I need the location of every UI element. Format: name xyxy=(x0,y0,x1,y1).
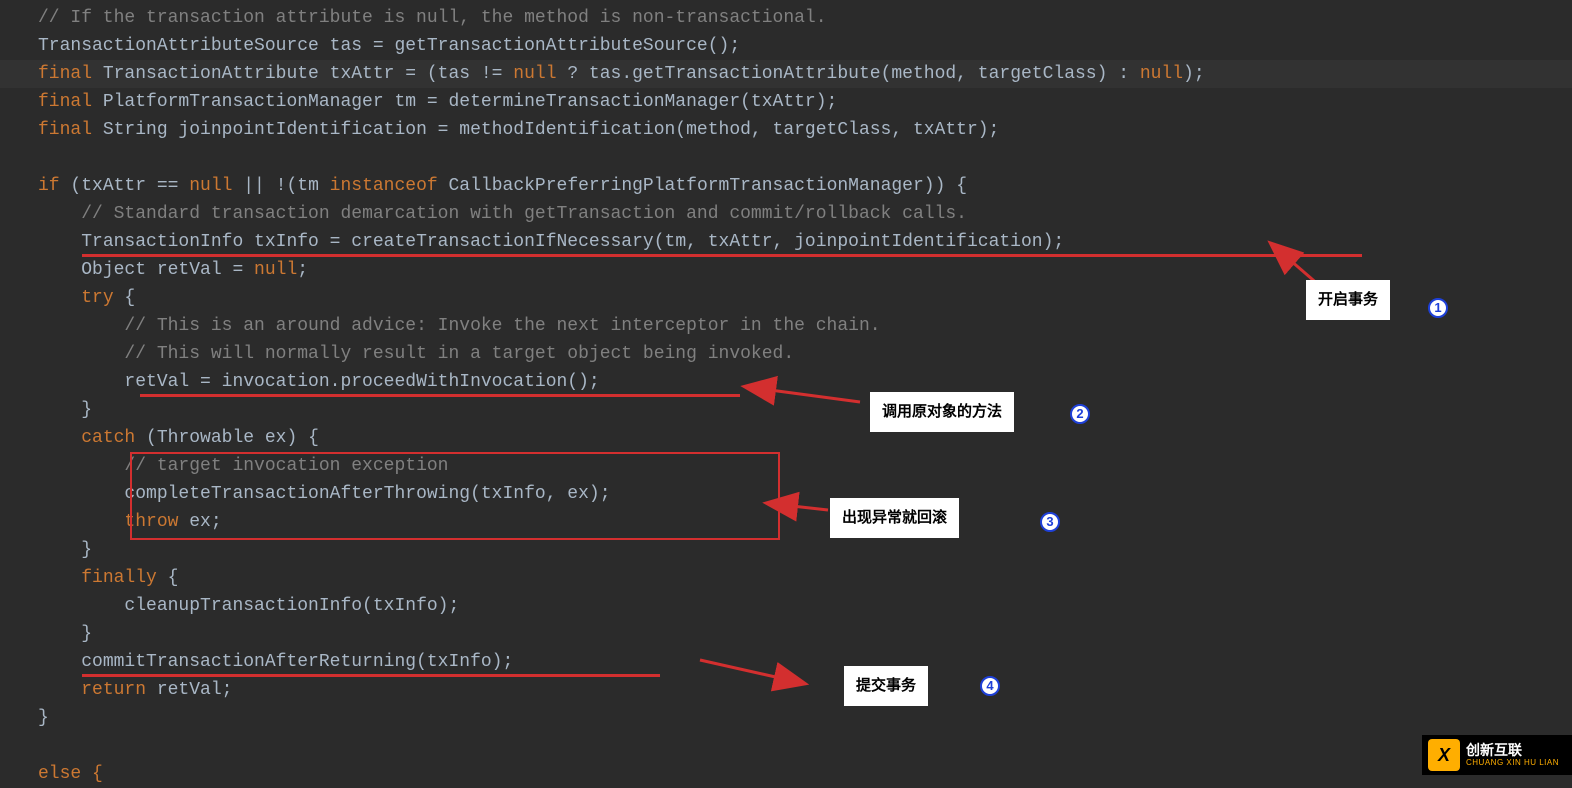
code-line: // Standard transaction demarcation with… xyxy=(38,200,1572,228)
annotation-number: 3 xyxy=(1040,512,1060,532)
annotation-label: 调用原对象的方法 xyxy=(870,392,1014,432)
code-line: return retVal; xyxy=(38,676,1572,704)
watermark-title: 创新互联 xyxy=(1466,742,1559,758)
code-line: final TransactionAttribute txAttr = (tas… xyxy=(38,60,1572,88)
code-line: finally { xyxy=(38,564,1572,592)
code-line: } xyxy=(38,704,1572,732)
code-line: } xyxy=(38,620,1572,648)
underline-annotation xyxy=(140,394,740,397)
code-line: final String joinpointIdentification = m… xyxy=(38,116,1572,144)
code-line: commitTransactionAfterReturning(txInfo); xyxy=(38,648,1572,676)
code-line: TransactionAttributeSource tas = getTran… xyxy=(38,32,1572,60)
logo-icon: X xyxy=(1428,739,1460,771)
code-line: catch (Throwable ex) { xyxy=(38,424,1572,452)
annotation-number: 1 xyxy=(1428,298,1448,318)
underline-annotation xyxy=(82,254,1362,257)
watermark-subtitle: CHUANG XIN HU LIAN xyxy=(1466,758,1559,768)
code-line: // If the transaction attribute is null,… xyxy=(38,4,1572,32)
code-line: // This will normally result in a target… xyxy=(38,340,1572,368)
watermark-logo: X 创新互联 CHUANG XIN HU LIAN xyxy=(1422,735,1572,775)
annotation-number: 4 xyxy=(980,676,1000,696)
code-line: } xyxy=(38,536,1572,564)
code-line: retVal = invocation.proceedWithInvocatio… xyxy=(38,368,1572,396)
annotation-label: 提交事务 xyxy=(844,666,928,706)
code-line: if (txAttr == null || !(tm instanceof Ca… xyxy=(38,172,1572,200)
annotation-label: 出现异常就回滚 xyxy=(830,498,959,538)
annotation-number: 2 xyxy=(1070,404,1090,424)
code-line: cleanupTransactionInfo(txInfo); xyxy=(38,592,1572,620)
code-line: else { xyxy=(38,760,1572,788)
annotation-label: 开启事务 xyxy=(1306,280,1390,320)
underline-annotation xyxy=(82,674,660,677)
code-line: TransactionInfo txInfo = createTransacti… xyxy=(38,228,1572,256)
code-line: } xyxy=(38,396,1572,424)
code-line xyxy=(38,732,1572,760)
code-line: final PlatformTransactionManager tm = de… xyxy=(38,88,1572,116)
code-line xyxy=(38,144,1572,172)
box-annotation xyxy=(130,452,780,540)
